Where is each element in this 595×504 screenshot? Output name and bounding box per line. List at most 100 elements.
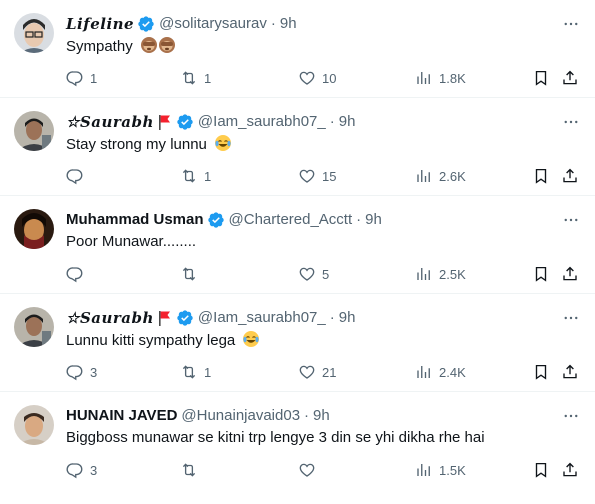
retweet-button[interactable]: 1 [180,362,211,382]
reply-icon [66,71,83,87]
share-button[interactable] [561,362,579,382]
avatar[interactable] [14,307,54,347]
like-icon [299,365,315,379]
reply-icon [66,463,83,479]
reply-button[interactable]: 3 [66,460,97,480]
retweet-icon [182,267,196,281]
avatar[interactable] [14,405,54,445]
face-with-tears-of-joy-emoji [242,330,260,354]
tweet-header: ☆Saurabh @Iam_saurabh07_ · 9h [66,308,555,328]
views-count: 2.4K [439,364,466,380]
avatar[interactable] [14,209,54,249]
tweet-actions: 5 2.5K [0,264,595,284]
user-handle[interactable]: @Iam_saurabh07_ [198,112,326,132]
reply-button[interactable]: 3 [66,362,97,382]
bookmark-button[interactable] [532,166,550,186]
display-name[interactable]: Muhammad Usman [66,210,204,230]
tweet[interactable]: Muhammad Usman @Chartered_Acctt · 9h Poo… [0,196,595,294]
views-button[interactable]: 1.5K [415,460,466,480]
tweet[interactable]: Lifeline @solitarysaurav · 9h Sympathy 1… [0,0,595,98]
like-button[interactable] [298,460,322,480]
timestamp[interactable]: 9h [313,406,330,426]
retweet-button[interactable] [180,460,204,480]
like-icon [299,169,315,183]
timestamp[interactable]: 9h [339,308,356,328]
share-icon [563,70,577,85]
user-handle[interactable]: @Iam_saurabh07_ [198,308,326,328]
share-icon [563,168,577,183]
tweet-actions: 3 1.5K [0,460,595,480]
tweet-actions: 1 1 10 1.8K [0,68,595,88]
avatar[interactable] [14,13,54,53]
views-count: 1.5K [439,462,466,478]
like-icon [299,463,315,477]
more-icon[interactable] [561,308,581,328]
user-handle[interactable]: @Chartered_Acctt [229,210,353,230]
more-icon[interactable] [561,112,581,132]
verified-badge-icon [207,211,225,229]
more-icon[interactable] [561,406,581,426]
views-button[interactable]: 2.5K [415,264,466,284]
reply-button[interactable]: 1 [66,68,97,88]
views-button[interactable]: 1.8K [415,68,466,88]
like-count: 10 [322,70,337,86]
tweet-text: Poor Munawar........ [66,232,575,252]
bookmark-button[interactable] [532,68,550,88]
views-button[interactable]: 2.4K [415,362,466,382]
tweet[interactable]: ☆Saurabh @Iam_saurabh07_ · 9h Lunnu kitt… [0,294,595,392]
verified-badge-icon [176,309,194,327]
like-button[interactable]: 5 [298,264,329,284]
retweet-count: 1 [204,364,212,380]
views-count: 2.5K [439,266,466,282]
like-button[interactable]: 10 [298,68,336,88]
separator-dot: · [356,211,362,228]
reply-button[interactable] [66,264,90,284]
timestamp[interactable]: 9h [365,210,382,230]
retweet-button[interactable] [180,264,204,284]
user-handle[interactable]: @Hunainjavaid03 [181,406,300,426]
share-button[interactable] [561,460,579,480]
tweet[interactable]: ☆Saurabh @Iam_saurabh07_ · 9h Stay stron… [0,98,595,196]
retweet-count: 1 [204,70,212,86]
like-button[interactable]: 21 [298,362,336,382]
timestamp[interactable]: 9h [280,14,297,34]
share-button[interactable] [561,264,579,284]
see-no-evil-monkey-emoji [140,36,176,60]
share-icon [563,364,577,379]
display-name[interactable]: HUNAIN JAVED [66,406,177,426]
more-icon[interactable] [561,210,581,230]
bookmark-icon [535,168,547,184]
reply-icon [66,169,83,185]
tweet-text-content: Poor Munawar........ [66,233,197,250]
more-icon[interactable] [561,14,581,34]
bookmark-button[interactable] [532,362,550,382]
share-button[interactable] [561,166,579,186]
tweet-text: Biggboss munawar se kitni trp lengye 3 d… [66,428,575,448]
avatar[interactable] [14,111,54,151]
like-count: 5 [322,266,330,282]
retweet-button[interactable]: 1 [180,68,211,88]
reply-button[interactable] [66,166,90,186]
tweet[interactable]: HUNAIN JAVED @Hunainjavaid03 · 9h Biggbo… [0,392,595,490]
bookmark-button[interactable] [532,264,550,284]
share-button[interactable] [561,68,579,88]
timestamp[interactable]: 9h [339,112,356,132]
display-name[interactable]: ☆Saurabh [66,112,154,132]
red-flag-icon [157,113,173,131]
retweet-count: 1 [204,168,212,184]
tweet-text-content: Lunnu kitti sympathy lega [66,332,236,349]
retweet-button[interactable]: 1 [180,166,211,186]
retweet-icon [182,463,196,477]
bookmark-button[interactable] [532,460,550,480]
like-count: 21 [322,364,337,380]
tweet-header: Lifeline @solitarysaurav · 9h [66,14,555,34]
like-icon [299,267,315,281]
display-name[interactable]: Lifeline [66,14,134,34]
views-icon [417,366,430,378]
verified-badge-icon [176,113,194,131]
user-handle[interactable]: @solitarysaurav [159,14,267,34]
like-button[interactable]: 15 [298,166,336,186]
verified-badge-icon [137,15,155,33]
display-name[interactable]: ☆Saurabh [66,308,154,328]
views-button[interactable]: 2.6K [415,166,466,186]
